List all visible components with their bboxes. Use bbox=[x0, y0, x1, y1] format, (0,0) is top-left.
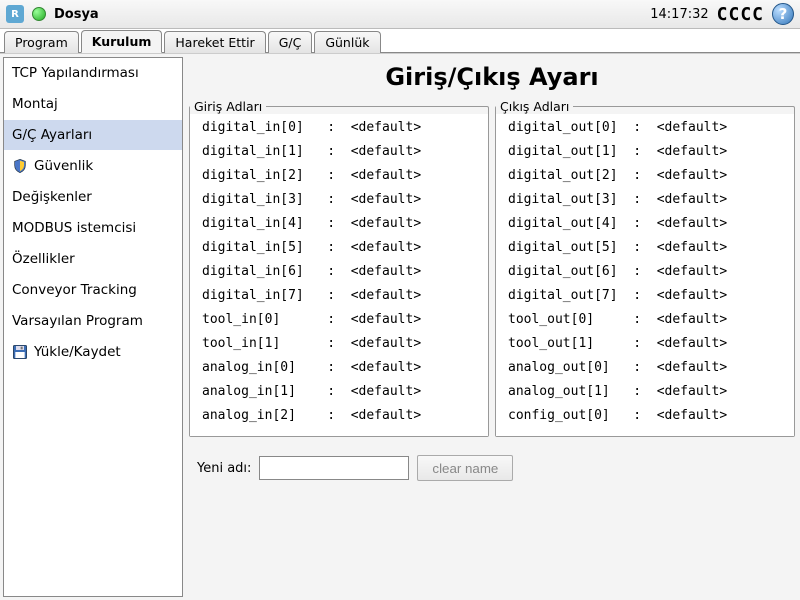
inputs-legend: Giriş Adları bbox=[190, 99, 266, 114]
input-row[interactable]: digital_in[0] : <default> bbox=[202, 116, 488, 140]
ur-logo-icon: R bbox=[6, 5, 24, 23]
output-row[interactable]: digital_out[6] : <default> bbox=[508, 260, 794, 284]
sidebar-item-label: Değişkenler bbox=[12, 189, 92, 205]
tab-g-nl-k[interactable]: Günlük bbox=[314, 31, 380, 53]
outputs-list[interactable]: digital_out[0] : <default>digital_out[1]… bbox=[496, 114, 794, 436]
input-row[interactable]: digital_in[2] : <default> bbox=[202, 164, 488, 188]
sidebar-item-label: Özellikler bbox=[12, 251, 75, 267]
input-row[interactable]: digital_in[4] : <default> bbox=[202, 212, 488, 236]
rename-input[interactable] bbox=[259, 456, 409, 480]
sidebar-item-4[interactable]: Değişkenler bbox=[4, 182, 182, 213]
help-icon[interactable]: ? bbox=[772, 3, 794, 25]
input-row[interactable]: digital_in[6] : <default> bbox=[202, 260, 488, 284]
input-row[interactable]: analog_in[0] : <default> bbox=[202, 356, 488, 380]
main-panel: Giriş/Çıkış Ayarı Giriş Adları digital_i… bbox=[187, 57, 797, 597]
tab-kurulum[interactable]: Kurulum bbox=[81, 30, 163, 53]
sidebar-item-label: Montaj bbox=[12, 96, 58, 112]
status-dot-icon bbox=[32, 7, 46, 21]
rename-bar: Yeni adı: clear name bbox=[187, 447, 797, 489]
output-row[interactable]: digital_out[0] : <default> bbox=[508, 116, 794, 140]
sidebar-item-5[interactable]: MODBUS istemcisi bbox=[4, 213, 182, 244]
output-row[interactable]: digital_out[7] : <default> bbox=[508, 284, 794, 308]
tab-program[interactable]: Program bbox=[4, 31, 79, 53]
outputs-group: Çıkış Adları digital_out[0] : <default>d… bbox=[495, 99, 795, 437]
output-row[interactable]: config_out[0] : <default> bbox=[508, 404, 794, 428]
tab-strip: ProgramKurulumHareket EttirG/ÇGünlük bbox=[0, 29, 800, 53]
sidebar-item-label: Conveyor Tracking bbox=[12, 282, 137, 298]
input-row[interactable]: digital_in[7] : <default> bbox=[202, 284, 488, 308]
floppy-icon bbox=[12, 344, 28, 360]
output-row[interactable]: tool_out[0] : <default> bbox=[508, 308, 794, 332]
sidebar-item-label: G/Ç Ayarları bbox=[12, 127, 92, 143]
menu-file[interactable]: Dosya bbox=[54, 7, 99, 22]
input-row[interactable]: tool_in[0] : <default> bbox=[202, 308, 488, 332]
output-row[interactable]: digital_out[2] : <default> bbox=[508, 164, 794, 188]
status-badge: CCCC bbox=[717, 4, 764, 25]
input-row[interactable]: analog_in[2] : <default> bbox=[202, 404, 488, 428]
output-row[interactable]: analog_out[0] : <default> bbox=[508, 356, 794, 380]
tab-g-[interactable]: G/Ç bbox=[268, 31, 313, 53]
shield-icon bbox=[12, 158, 28, 174]
input-row[interactable]: tool_in[1] : <default> bbox=[202, 332, 488, 356]
sidebar-item-7[interactable]: Conveyor Tracking bbox=[4, 275, 182, 306]
clear-name-button[interactable]: clear name bbox=[417, 455, 513, 481]
input-row[interactable]: digital_in[1] : <default> bbox=[202, 140, 488, 164]
sidebar-item-label: MODBUS istemcisi bbox=[12, 220, 136, 236]
top-bar: R Dosya 14:17:32 CCCC ? bbox=[0, 0, 800, 29]
input-row[interactable]: digital_in[5] : <default> bbox=[202, 236, 488, 260]
sidebar-item-3[interactable]: Güvenlik bbox=[4, 151, 182, 182]
output-row[interactable]: digital_out[3] : <default> bbox=[508, 188, 794, 212]
sidebar-item-6[interactable]: Özellikler bbox=[4, 244, 182, 275]
sidebar-item-label: TCP Yapılandırması bbox=[12, 65, 139, 81]
sidebar-item-label: Varsayılan Program bbox=[12, 313, 143, 329]
sidebar-item-0[interactable]: TCP Yapılandırması bbox=[4, 58, 182, 89]
page-title: Giriş/Çıkış Ayarı bbox=[187, 63, 797, 91]
outputs-legend: Çıkış Adları bbox=[496, 99, 573, 114]
input-row[interactable]: analog_in[1] : <default> bbox=[202, 380, 488, 404]
tab-hareket-ettir[interactable]: Hareket Ettir bbox=[164, 31, 265, 53]
sidebar-item-8[interactable]: Varsayılan Program bbox=[4, 306, 182, 337]
inputs-list[interactable]: digital_in[0] : <default>digital_in[1] :… bbox=[190, 114, 488, 436]
output-row[interactable]: digital_out[5] : <default> bbox=[508, 236, 794, 260]
sidebar-item-label: Yükle/Kaydet bbox=[34, 344, 121, 360]
inputs-group: Giriş Adları digital_in[0] : <default>di… bbox=[189, 99, 489, 437]
clock: 14:17:32 bbox=[650, 7, 708, 22]
output-row[interactable]: analog_out[1] : <default> bbox=[508, 380, 794, 404]
sidebar-item-label: Güvenlik bbox=[34, 158, 93, 174]
sidebar-item-9[interactable]: Yükle/Kaydet bbox=[4, 337, 182, 368]
output-row[interactable]: digital_out[1] : <default> bbox=[508, 140, 794, 164]
sidebar-item-1[interactable]: Montaj bbox=[4, 89, 182, 120]
sidebar: TCP Yapılandırması Montaj G/Ç Ayarları Güve… bbox=[3, 57, 183, 597]
input-row[interactable]: digital_in[3] : <default> bbox=[202, 188, 488, 212]
output-row[interactable]: tool_out[1] : <default> bbox=[508, 332, 794, 356]
output-row[interactable]: digital_out[4] : <default> bbox=[508, 212, 794, 236]
sidebar-item-2[interactable]: G/Ç Ayarları bbox=[4, 120, 182, 151]
rename-label: Yeni adı: bbox=[197, 461, 251, 476]
